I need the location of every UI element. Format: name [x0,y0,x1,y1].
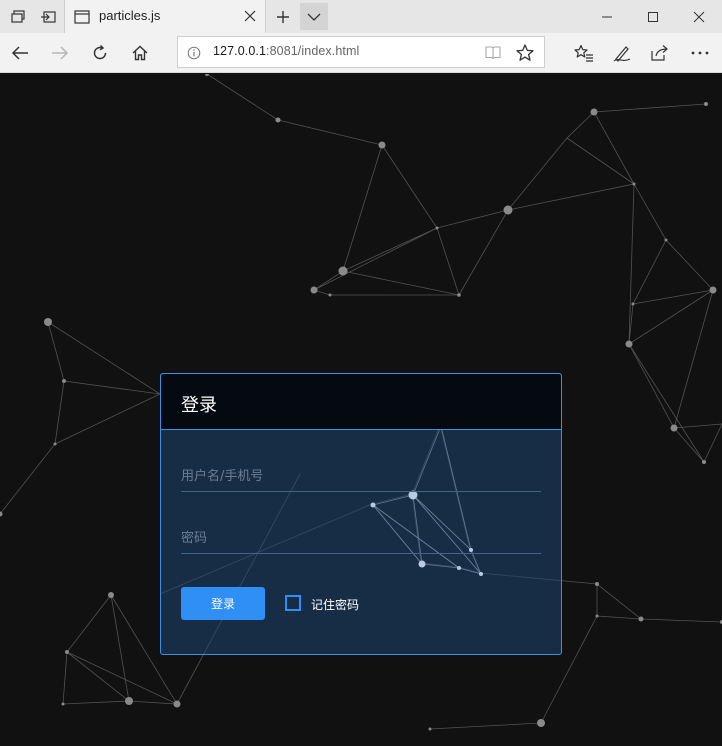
page-icon [74,9,90,28]
password-input[interactable] [181,524,541,553]
favorites-icon[interactable] [568,37,600,69]
set-tabs-aside-icon[interactable] [32,0,64,33]
minimize-icon[interactable] [584,0,630,33]
maximize-icon[interactable] [630,0,676,33]
refresh-icon[interactable] [84,37,116,69]
close-window-icon[interactable] [676,0,722,33]
username-field[interactable] [181,462,541,492]
info-icon[interactable] [187,45,201,60]
login-button[interactable]: 登录 [181,587,265,620]
reading-view-icon[interactable] [484,44,502,62]
tab-particles[interactable]: particles.js [64,0,266,33]
page-viewport: 登录 登录 记住密码 [0,74,722,746]
remember-password-checkbox[interactable] [285,595,301,611]
forward-arrow-icon[interactable] [44,37,76,69]
password-field[interactable] [181,524,541,554]
address-path: :8081/index.html [266,44,360,58]
tab-title: particles.js [99,8,161,23]
share-icon[interactable] [644,37,676,69]
remember-password-label[interactable]: 记住密码 [311,596,359,613]
home-icon[interactable] [124,37,156,69]
close-tab-icon[interactable] [243,8,257,22]
favorite-star-icon[interactable] [515,43,535,63]
tab-bar: particles.js [0,0,722,33]
pen-notes-icon[interactable] [606,37,638,69]
login-title: 登录 [181,395,217,416]
address-host: 127.0.0.1 [213,44,267,58]
new-tab-button[interactable] [268,0,298,33]
more-menu-icon[interactable] [684,37,716,69]
navigation-bar: 127.0.0.1:8081/index.html [0,33,722,73]
back-arrow-icon[interactable] [4,37,36,69]
login-panel: 登录 登录 记住密码 [160,373,562,655]
tab-preview-icon[interactable] [2,0,34,33]
address-url[interactable]: 127.0.0.1:8081/index.html [213,44,359,58]
address-bar[interactable]: 127.0.0.1:8081/index.html [177,36,545,68]
username-input[interactable] [181,462,541,491]
login-header: 登录 [161,374,561,430]
tab-list-chevron-down-icon[interactable] [300,3,328,30]
